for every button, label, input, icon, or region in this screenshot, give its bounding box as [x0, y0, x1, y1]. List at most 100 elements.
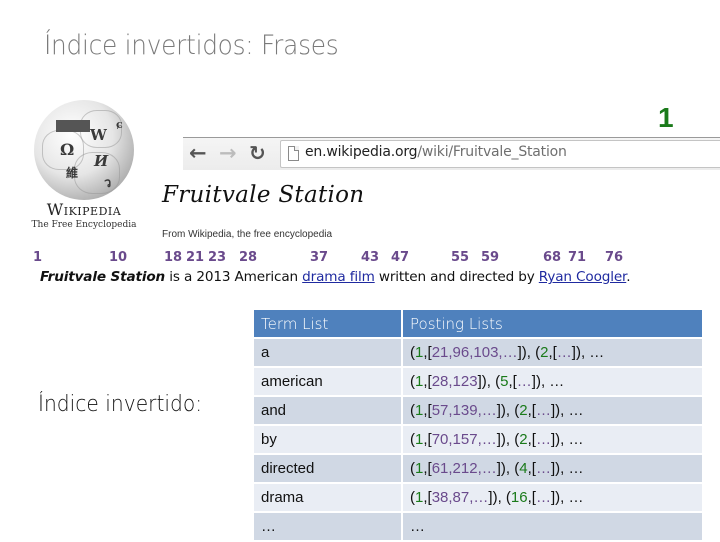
table-row: and (1,[57,139,…]), (2,[…]), …: [254, 397, 702, 426]
doc-id: 2: [540, 344, 549, 361]
posting-entry: (16,[…]): [505, 489, 561, 506]
wikipedia-logo: Ω W И 維 ว ɕ Wikipedia The Free Encyclope…: [14, 98, 154, 234]
wikipedia-tagline: The Free Encyclopedia: [31, 220, 137, 230]
posting-entry: (1,[38,87,…]): [410, 489, 498, 506]
table-row: american (1,[28,123]), (5,[…]), …: [254, 368, 702, 397]
article-title: Fruitvale Station: [162, 182, 365, 208]
page-icon: [288, 146, 299, 161]
reload-icon[interactable]: ↻: [249, 141, 266, 165]
posting-cell: (1,[28,123]), (5,[…]), …: [403, 368, 702, 397]
forward-arrow-icon[interactable]: →: [219, 141, 237, 165]
doc-id: 1: [415, 344, 424, 361]
positions: 38,87,…: [431, 489, 489, 506]
doc-id: 2: [519, 431, 528, 448]
back-arrow-icon[interactable]: ←: [189, 141, 207, 165]
positions: …: [535, 460, 551, 477]
offset-label: 18: [164, 250, 183, 265]
doc-id: 16: [510, 489, 528, 506]
posting-entry: (4,[…]): [514, 460, 561, 477]
sentence-text: .: [626, 269, 631, 285]
browser-toolbar: ← → ↻ en.wikipedia.org/wiki/Fruitvale_St…: [183, 137, 720, 170]
posting-ellipsis: , …: [560, 402, 584, 419]
posting-entry: (1,[21,96,103,…]): [410, 344, 527, 361]
posting-ellipsis: , …: [560, 489, 584, 506]
posting-entry: (1,[28,123]): [410, 373, 487, 390]
example-sentence: Fruitvale Station is a 2013 American dra…: [40, 269, 631, 285]
term-cell: …: [254, 513, 403, 542]
offset-label: 68: [543, 250, 562, 265]
url-domain: en.wikipedia.org: [305, 144, 418, 160]
doc-id: 1: [415, 460, 424, 477]
offset-label: 47: [391, 250, 410, 265]
address-bar[interactable]: en.wikipedia.org/wiki/Fruitvale_Station: [280, 140, 720, 168]
posting-ellipsis: , …: [580, 344, 605, 361]
wikipedia-wordmark: Wikipedia: [46, 200, 122, 219]
offset-label: 21: [186, 250, 205, 265]
document-id-label: 1: [658, 102, 674, 133]
posting-entry: (2,[…]): [514, 402, 561, 419]
table-body: a (1,[21,96,103,…]), (2,[…]), … american (1…: [254, 339, 702, 542]
character-offsets: 1 10 18 21 23 28 37 43 47 55 59 68 71 76: [0, 250, 720, 268]
positions: 61,212,…: [431, 460, 497, 477]
posting-entry: (1,[57,139,…]): [410, 402, 506, 419]
table-row: directed (1,[61,212,…]), (4,[…]), …: [254, 455, 702, 484]
posting-ellipsis: …: [410, 518, 425, 535]
inverted-index-table: Term List Posting Lists a (1,[21,96,103,……: [254, 310, 702, 542]
link-ryan-coogler[interactable]: Ryan Coogler: [539, 269, 627, 285]
posting-cell: (1,[21,96,103,…]), (2,[…]), …: [403, 339, 702, 368]
term-cell: drama: [254, 484, 403, 513]
posting-ellipsis: , …: [560, 431, 584, 448]
term-cell: by: [254, 426, 403, 455]
term-cell: and: [254, 397, 403, 426]
sentence-text: is a 2013 American: [165, 269, 303, 285]
table-row: drama (1,[38,87,…]), (16,[…]), …: [254, 484, 702, 513]
doc-id: 1: [415, 402, 424, 419]
offset-label: 59: [481, 250, 500, 265]
positions: …: [535, 402, 551, 419]
positions: 28,123: [431, 373, 478, 390]
table-row: a (1,[21,96,103,…]), (2,[…]), …: [254, 339, 702, 368]
doc-id: 1: [415, 431, 424, 448]
posting-entry: (1,[70,157,…]): [410, 431, 506, 448]
posting-entry: (5,[…]): [495, 373, 541, 390]
doc-id: 5: [500, 373, 509, 390]
link-drama-film[interactable]: drama film: [302, 269, 375, 285]
positions: 70,157,…: [431, 431, 497, 448]
term-cell: a: [254, 339, 403, 368]
offset-label: 76: [605, 250, 624, 265]
posting-ellipsis: , …: [560, 460, 584, 477]
slide-title: Índice invertidos: Frases: [44, 30, 339, 61]
table-header-row: Term List Posting Lists: [254, 310, 702, 339]
offset-label: 43: [361, 250, 380, 265]
posting-cell: (1,[57,139,…]), (2,[…]), …: [403, 397, 702, 426]
posting-cell: (1,[38,87,…]), (16,[…]), …: [403, 484, 702, 513]
offset-label: 1: [33, 250, 43, 265]
url-path: /wiki/Fruitvale_Station: [417, 144, 567, 160]
offset-label: 37: [310, 250, 329, 265]
posting-cell: (1,[61,212,…]), (4,[…]), …: [403, 455, 702, 484]
positions: …: [556, 344, 572, 361]
doc-id: 1: [415, 489, 424, 506]
doc-id: 4: [519, 460, 528, 477]
offset-label: 10: [109, 250, 128, 265]
positions: …: [535, 489, 551, 506]
term-list-header: Term List: [254, 310, 403, 339]
sentence-text: written and directed by: [374, 269, 539, 285]
offset-label: 55: [451, 250, 470, 265]
offset-label: 71: [568, 250, 587, 265]
positions: …: [516, 373, 532, 390]
doc-id: 2: [519, 402, 528, 419]
offset-label: 28: [239, 250, 258, 265]
inverted-index-label: Índice invertido:: [38, 392, 203, 417]
doc-id: 1: [415, 373, 424, 390]
posting-ellipsis: , …: [540, 373, 565, 390]
positions: …: [535, 431, 551, 448]
posting-cell: …: [403, 513, 702, 542]
table-row: ……: [254, 513, 702, 542]
url-text: en.wikipedia.org/wiki/Fruitvale_Station: [305, 144, 567, 160]
positions: 21,96,103,…: [431, 344, 518, 361]
posting-cell: (1,[70,157,…]), (2,[…]), …: [403, 426, 702, 455]
posting-lists-header: Posting Lists: [403, 310, 702, 339]
table-row: by (1,[70,157,…]), (2,[…]), …: [254, 426, 702, 455]
term-cell: american: [254, 368, 403, 397]
